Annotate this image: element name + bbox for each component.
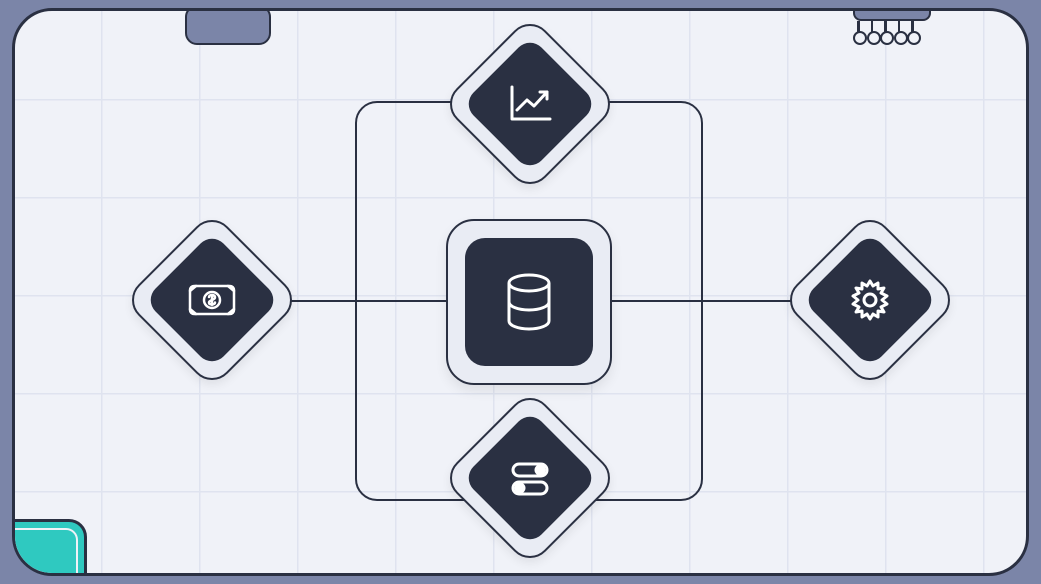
node-top bbox=[467, 41, 593, 167]
money-icon bbox=[187, 283, 237, 317]
chip-decoration-right bbox=[853, 8, 931, 21]
node-bottom bbox=[467, 415, 593, 541]
chip-pins-right bbox=[857, 21, 914, 35]
teal-corner-decoration bbox=[12, 519, 87, 576]
gear-icon bbox=[847, 277, 893, 323]
center-node-inner bbox=[465, 238, 593, 366]
node-right bbox=[807, 237, 933, 363]
diagram-panel bbox=[12, 8, 1029, 576]
toggles-icon bbox=[507, 458, 553, 498]
node-left bbox=[149, 237, 275, 363]
center-node bbox=[446, 219, 612, 385]
chip-decoration-left bbox=[185, 8, 271, 45]
database-icon bbox=[502, 273, 556, 331]
line-chart-icon bbox=[507, 84, 553, 124]
